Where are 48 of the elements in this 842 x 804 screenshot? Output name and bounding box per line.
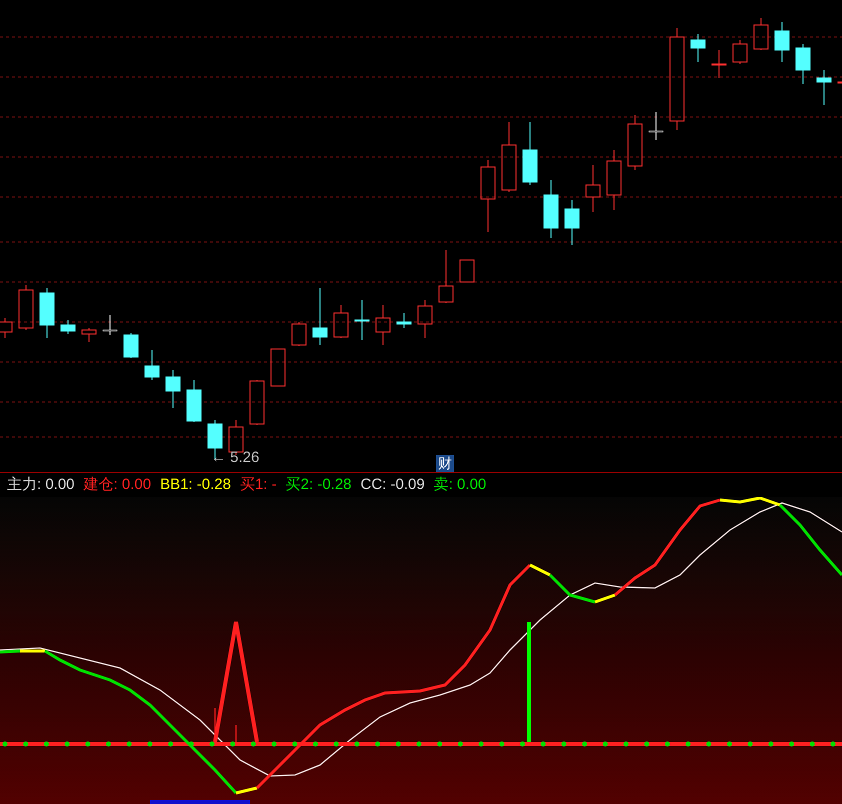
candlestick — [606, 150, 622, 210]
candlestick — [712, 50, 726, 78]
candlestick — [124, 332, 138, 358]
candlestick — [648, 112, 664, 140]
finance-badge[interactable]: 财 — [436, 455, 454, 472]
candlestick — [40, 288, 54, 338]
candlestick — [502, 122, 516, 192]
candlestick — [628, 114, 642, 170]
candlestick — [438, 250, 454, 304]
candlestick — [354, 300, 370, 340]
candlestick — [166, 370, 180, 408]
candlestick — [564, 200, 580, 246]
candlestick — [102, 314, 118, 336]
candlestick — [208, 420, 222, 460]
tick-mark — [235, 725, 237, 742]
candlestick — [334, 304, 348, 338]
indicator-value: 主力: 0.00 — [7, 474, 75, 495]
candlestick — [60, 320, 76, 334]
candlestick — [796, 44, 810, 84]
indicator-value: 买1: - — [240, 474, 277, 495]
candlestick — [270, 348, 286, 386]
candlestick — [586, 164, 600, 212]
candlestick — [522, 122, 538, 186]
candlestick — [396, 312, 412, 328]
indicator-value: BB1: -0.28 — [160, 474, 231, 495]
candlestick — [544, 180, 558, 238]
candlestick — [292, 322, 306, 346]
candlestick — [376, 304, 390, 346]
candlestick — [774, 22, 790, 62]
candlestick — [418, 300, 432, 338]
candlestick — [754, 18, 768, 50]
low-price-label: ← 5.26 — [211, 449, 260, 467]
candlestick — [690, 34, 706, 62]
candlestick — [816, 70, 832, 106]
candlestick — [312, 288, 328, 346]
candlestick — [186, 380, 202, 422]
indicator-value: 买2: -0.28 — [286, 474, 352, 495]
candlestick — [732, 40, 748, 64]
candlestick — [82, 328, 96, 342]
candlestick — [838, 82, 842, 84]
indicator-value: CC: -0.09 — [360, 474, 425, 495]
candlestick — [18, 284, 34, 330]
indicator-value: 卖: 0.00 — [434, 474, 486, 495]
candlestick — [0, 318, 12, 338]
candlestick — [460, 260, 474, 282]
candlestick — [250, 380, 264, 426]
indicator-value: 建仓: 0.00 — [84, 474, 152, 495]
candlestick — [144, 350, 160, 380]
